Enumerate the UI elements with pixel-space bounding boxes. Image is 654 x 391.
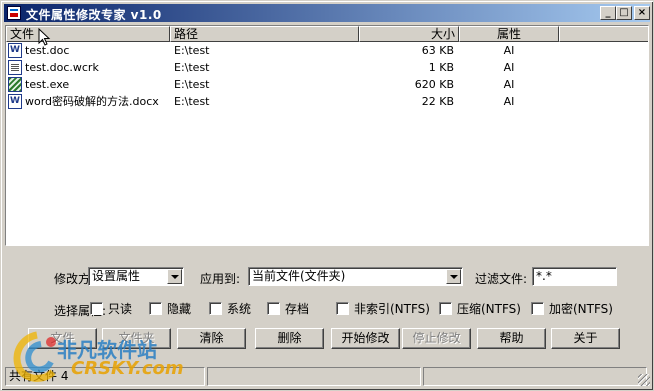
attr-encrypted-label: 加密(NTFS) [549,302,613,316]
maximize-button[interactable]: □ [616,6,632,20]
attr-readonly-checkbox[interactable]: 只读 [90,302,132,316]
delete-button[interactable]: 删除 [255,328,324,349]
close-button[interactable]: × [634,6,650,20]
attr-hidden-checkbox[interactable]: 隐藏 [149,302,191,316]
mode-select[interactable]: 设置属性 [88,267,184,286]
checkbox-box[interactable] [90,302,103,315]
file-attr: AI [503,78,515,91]
column-header-size[interactable]: 大小 [359,26,459,42]
app-icon [7,6,21,20]
attr-notindexed-checkbox[interactable]: 非索引(NTFS) [336,302,430,316]
minimize-button[interactable]: _ [600,6,616,20]
file-size: 1 KB [428,61,454,74]
status-pane-2 [207,367,421,386]
main-window: 文件属性修改专家 v1.0 _ □ × 文件 路径 大小 属性 test.doc… [0,0,654,391]
attr-readonly-label: 只读 [108,302,133,316]
mode-select-value: 设置属性 [92,269,141,283]
file-button[interactable]: 文件 [28,328,97,349]
file-path: E:\test [174,78,210,91]
apply-label: 应用到: [200,272,241,286]
filter-input[interactable]: *.* [532,267,617,286]
file-path: E:\test [174,61,210,74]
table-row[interactable]: test.doc E:\test 63 KB AI [6,42,648,59]
attr-encrypted-checkbox[interactable]: 加密(NTFS) [531,302,613,316]
checkbox-box[interactable] [267,302,280,315]
file-size: 63 KB [421,44,454,57]
table-row[interactable]: test.doc.wcrk E:\test 1 KB AI [6,59,648,76]
about-button[interactable]: 关于 [551,328,620,349]
table-row[interactable]: word密码破解的方法.docx E:\test 22 KB AI [6,93,648,110]
exe-file-icon [8,77,22,92]
generic-file-icon [8,60,22,75]
attr-hidden-label: 隐藏 [167,302,192,316]
status-bar: 共有文件 4 [3,367,651,387]
checkbox-box[interactable] [336,302,349,315]
stop-modify-button[interactable]: 停止修改 [402,328,471,349]
file-attr: AI [503,95,515,108]
filter-label: 过滤文件: [475,272,528,286]
status-pane-3 [423,367,647,386]
chevron-down-icon[interactable] [167,269,182,284]
column-header-filler [559,26,648,42]
folder-button[interactable]: 文件夹 [102,328,171,349]
file-list[interactable]: 文件 路径 大小 属性 test.doc E:\test 63 KB AI te… [5,25,649,246]
file-name: test.doc.wcrk [25,61,99,74]
attr-archive-checkbox[interactable]: 存档 [267,302,309,316]
title-bar[interactable]: 文件属性修改专家 v1.0 _ □ × [4,4,650,22]
options-panel: 修改方式: 设置属性 应用到: 当前文件(文件夹) 过滤文件: *.* 选择属性… [5,251,649,357]
file-size: 620 KB [414,78,454,91]
word-doc-icon [8,94,22,109]
checkbox-box[interactable] [439,302,452,315]
clear-button[interactable]: 清除 [177,328,246,349]
resize-grip-icon[interactable] [638,374,650,386]
file-path: E:\test [174,95,210,108]
attr-compressed-label: 压缩(NTFS) [457,302,521,316]
checkbox-box[interactable] [149,302,162,315]
checkbox-box[interactable] [531,302,544,315]
checkbox-box[interactable] [209,302,222,315]
chevron-down-icon[interactable] [446,269,461,284]
file-name: word密码破解的方法.docx [25,95,159,108]
attr-notindexed-label: 非索引(NTFS) [354,302,430,316]
attr-system-label: 系统 [227,302,252,316]
column-header-attr[interactable]: 属性 [459,26,559,42]
help-button[interactable]: 帮助 [477,328,546,349]
file-path: E:\test [174,44,210,57]
word-doc-icon [8,43,22,58]
list-header: 文件 路径 大小 属性 [6,26,648,42]
file-name: test.exe [25,78,70,91]
start-modify-button[interactable]: 开始修改 [331,328,400,349]
window-title: 文件属性修改专家 v1.0 [26,8,162,22]
mouse-cursor-icon [38,28,51,46]
column-header-file[interactable]: 文件 [6,26,170,42]
file-attr: AI [503,61,515,74]
status-text: 共有文件 4 [5,367,205,386]
apply-select[interactable]: 当前文件(文件夹) [248,267,463,286]
file-attr: AI [503,44,515,57]
attr-compressed-checkbox[interactable]: 压缩(NTFS) [439,302,521,316]
attr-archive-label: 存档 [285,302,310,316]
attr-system-checkbox[interactable]: 系统 [209,302,251,316]
column-header-path[interactable]: 路径 [170,26,359,42]
file-size: 22 KB [421,95,454,108]
table-row[interactable]: test.exe E:\test 620 KB AI [6,76,648,93]
apply-select-value: 当前文件(文件夹) [252,269,346,283]
